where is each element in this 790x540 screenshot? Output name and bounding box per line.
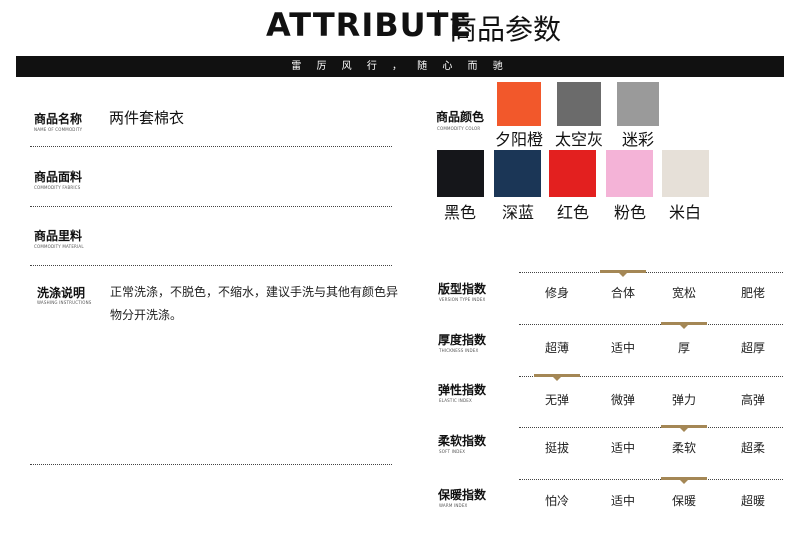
- color-name: 粉色: [613, 203, 646, 222]
- color-swatch[interactable]: [437, 150, 484, 197]
- index-option: 柔软: [671, 441, 696, 455]
- index-option: 适中: [610, 441, 635, 455]
- index-option: 超柔: [740, 441, 765, 455]
- index-option: 挺拔: [544, 441, 569, 455]
- label-colors-en: COMMODITY COLOR: [437, 126, 481, 131]
- index-option: 弹力: [671, 393, 696, 407]
- index-marker-tip: [553, 377, 561, 381]
- color-name: 夕阳橙: [494, 130, 543, 149]
- value-product-name: 两件套棉衣: [109, 109, 185, 127]
- value-washing: 正常洗涤，不脱色，不缩水，建议手洗与其他有颜色异物分开洗涤。: [110, 285, 399, 322]
- label-product-name: 商品名称: [34, 112, 83, 126]
- label-lining-en: COMMODITY MATERIAL: [34, 244, 84, 249]
- label-colors: 商品颜色: [436, 110, 485, 124]
- index-label-en: WARM INDEX: [439, 503, 468, 508]
- divider: [30, 206, 392, 207]
- color-swatch[interactable]: [617, 82, 659, 126]
- index-track: [519, 324, 783, 325]
- index-label-en: THICKNESS INDEX: [439, 348, 479, 353]
- label-product-name-en: NAME OF COMMODITY: [34, 127, 83, 132]
- index-option: 厚: [677, 341, 690, 355]
- index-marker-tip: [680, 325, 688, 329]
- color-swatch[interactable]: [557, 82, 601, 126]
- title-attribute: ATTRIBUTE: [266, 6, 473, 44]
- title-divider: [438, 10, 439, 36]
- index-label: 版型指数: [438, 282, 487, 296]
- index-option: 肥佬: [740, 286, 765, 300]
- index-option: 无弹: [544, 393, 569, 407]
- label-fabric: 商品面料: [34, 170, 83, 184]
- color-name: 红色: [556, 203, 589, 222]
- index-marker-tip: [619, 273, 627, 277]
- color-swatch[interactable]: [606, 150, 653, 197]
- index-marker-tip: [680, 480, 688, 484]
- index-option: 超暖: [740, 494, 765, 508]
- index-track: [519, 272, 783, 273]
- label-fabric-en: COMMODITY FABRICS: [34, 185, 81, 190]
- index-option: 微弹: [610, 393, 635, 407]
- index-option: 适中: [610, 494, 635, 508]
- index-label-en: VERSION TYPE INDEX: [439, 297, 486, 302]
- index-label-en: SOFT INDEX: [439, 449, 466, 454]
- index-label-en: ELASTIC INDEX: [439, 398, 472, 403]
- index-option: 适中: [610, 341, 635, 355]
- slogan-banner: 雷 厉 风 行 ， 随 心 而 驰: [16, 56, 784, 77]
- index-track: [519, 427, 783, 428]
- color-name: 迷彩: [621, 130, 654, 149]
- index-option: 怕冷: [544, 494, 569, 508]
- index-option: 超薄: [544, 341, 569, 355]
- color-swatch[interactable]: [494, 150, 541, 197]
- color-name: 太空灰: [554, 130, 603, 149]
- index-option: 保暖: [671, 494, 696, 508]
- divider: [30, 146, 392, 147]
- index-option: 宽松: [671, 286, 696, 300]
- color-name: 深蓝: [501, 203, 534, 222]
- index-label: 保暖指数: [438, 488, 487, 502]
- color-swatch[interactable]: [549, 150, 596, 197]
- index-label: 柔软指数: [438, 434, 487, 448]
- index-track: [519, 479, 783, 480]
- divider: [30, 265, 392, 266]
- index-option: 超厚: [740, 341, 765, 355]
- label-lining: 商品里料: [34, 229, 83, 243]
- label-washing: 洗涤说明: [37, 286, 86, 300]
- index-option: 修身: [544, 286, 569, 300]
- color-swatch[interactable]: [662, 150, 709, 197]
- color-name: 黑色: [443, 203, 476, 222]
- index-option: 合体: [610, 286, 635, 300]
- index-label: 厚度指数: [438, 333, 487, 347]
- title-product-params: 商品参数: [449, 13, 562, 46]
- index-label: 弹性指数: [438, 383, 487, 397]
- index-option: 高弹: [740, 393, 765, 407]
- index-marker-tip: [680, 428, 688, 432]
- color-name: 米白: [668, 203, 701, 222]
- label-washing-en: WASHING INSTRUCTIONS: [37, 300, 92, 305]
- color-swatch[interactable]: [497, 82, 541, 126]
- slogan-text: 雷 厉 风 行 ， 随 心 而 驰: [291, 61, 509, 72]
- divider: [30, 464, 392, 465]
